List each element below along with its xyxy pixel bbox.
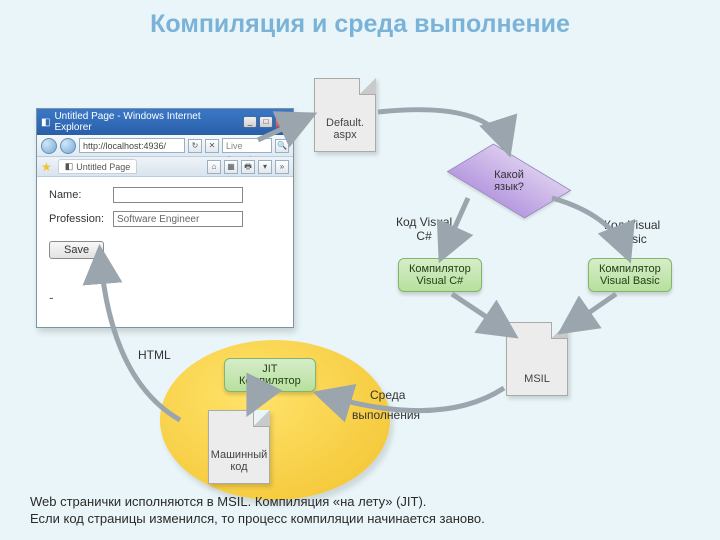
html-label: HTML (138, 348, 171, 362)
save-button[interactable]: Save (49, 241, 104, 259)
browser-titlebar: ◧ Untitled Page - Windows Internet Explo… (37, 109, 293, 135)
forward-button[interactable] (60, 138, 76, 154)
browser-window: ◧ Untitled Page - Windows Internet Explo… (36, 108, 294, 328)
feeds-button[interactable]: ▦ (224, 160, 238, 174)
refresh-button[interactable]: ↻ (188, 139, 202, 153)
doc-machine-code-label: Машинный код (209, 449, 269, 473)
footer-text: Web странички исполняются в MSIL. Компил… (30, 494, 690, 528)
tab-bar: ★ ◧ Untitled Page ⌂ ▦ 🖶 ▾ » (37, 157, 293, 177)
maximize-button[interactable]: □ (259, 116, 273, 128)
compiler-csharp: Компилятор Visual C# (398, 258, 482, 292)
close-button[interactable]: ✕ (275, 116, 289, 128)
branch-csharp-label: Код Visual C# (396, 215, 452, 243)
footer-line-2: Если код страницы изменился, то процесс … (30, 511, 485, 526)
search-button[interactable]: 🔍 (275, 139, 289, 153)
address-bar[interactable]: http://localhost:4936/ (79, 138, 185, 153)
doc-machine-code: Машинный код (208, 410, 270, 484)
stop-button[interactable]: ✕ (205, 139, 219, 153)
tab-label: Untitled Page (76, 162, 130, 172)
minimize-button[interactable]: _ (243, 116, 257, 128)
print-button[interactable]: 🖶 (241, 160, 255, 174)
doc-default-aspx-label: Default. aspx (315, 117, 375, 141)
page-content: Name: Profession: Save - (37, 177, 293, 327)
name-field[interactable] (113, 187, 243, 203)
decision-language: Какой язык? (454, 148, 564, 214)
profession-label: Profession: (49, 213, 113, 225)
tab-icon: ◧ (65, 161, 74, 172)
doc-msil: MSIL (506, 322, 568, 396)
browser-tab[interactable]: ◧ Untitled Page (58, 159, 138, 174)
runtime-label-1: Среда (370, 388, 405, 402)
decision-label: Какой язык? (454, 148, 564, 214)
back-button[interactable] (41, 138, 57, 154)
browser-title: Untitled Page - Windows Internet Explore… (54, 111, 239, 133)
runtime-label-2: выполнения (352, 408, 420, 422)
jit-compiler: JIT Компилятор (224, 358, 316, 392)
favorites-icon[interactable]: ★ (41, 160, 52, 174)
slide-title: Компиляция и среда выполнение (0, 10, 720, 39)
profession-field[interactable] (113, 211, 243, 227)
search-box[interactable]: Live Search (222, 138, 272, 153)
tools-menu[interactable]: » (275, 160, 289, 174)
doc-default-aspx: Default. aspx (314, 78, 376, 152)
footer-line-1: Web странички исполняются в MSIL. Компил… (30, 494, 426, 509)
nav-toolbar: http://localhost:4936/ ↻ ✕ Live Search 🔍 (37, 135, 293, 157)
branch-vb-label: Код Visual Basic (604, 218, 660, 246)
page-icon: ◧ (41, 117, 50, 128)
doc-msil-label: MSIL (507, 373, 567, 385)
compiler-vb: Компилятор Visual Basic (588, 258, 672, 292)
page-menu[interactable]: ▾ (258, 160, 272, 174)
home-button[interactable]: ⌂ (207, 160, 221, 174)
name-label: Name: (49, 189, 113, 201)
